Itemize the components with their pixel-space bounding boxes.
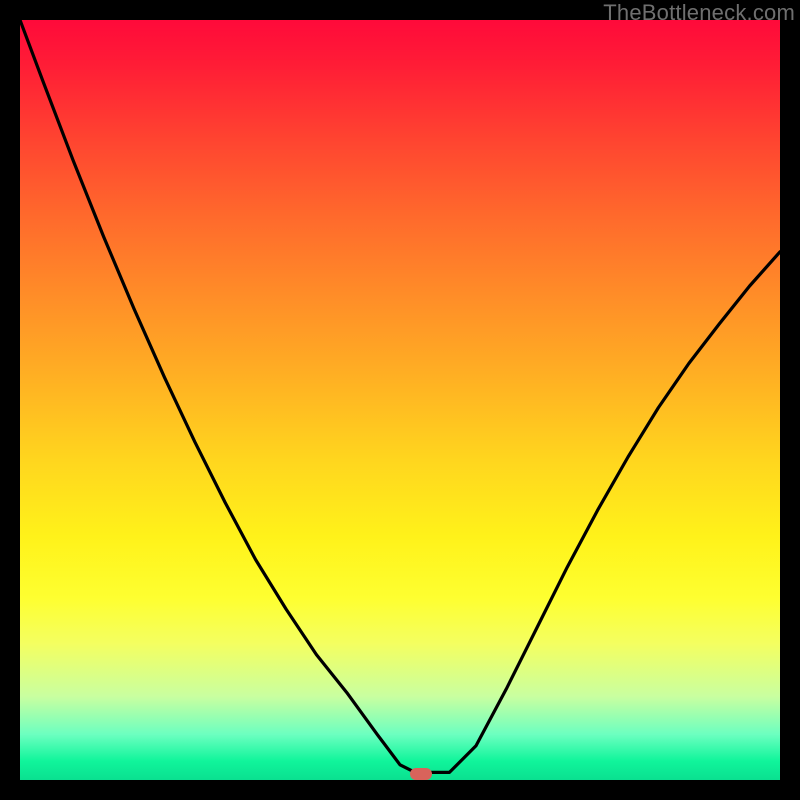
watermark-text: TheBottleneck.com bbox=[603, 0, 795, 26]
curve-svg bbox=[20, 20, 780, 780]
bottleneck-curve-path bbox=[20, 20, 780, 772]
plot-area bbox=[20, 20, 780, 780]
chart-frame bbox=[20, 20, 780, 780]
optimal-marker bbox=[410, 768, 432, 780]
